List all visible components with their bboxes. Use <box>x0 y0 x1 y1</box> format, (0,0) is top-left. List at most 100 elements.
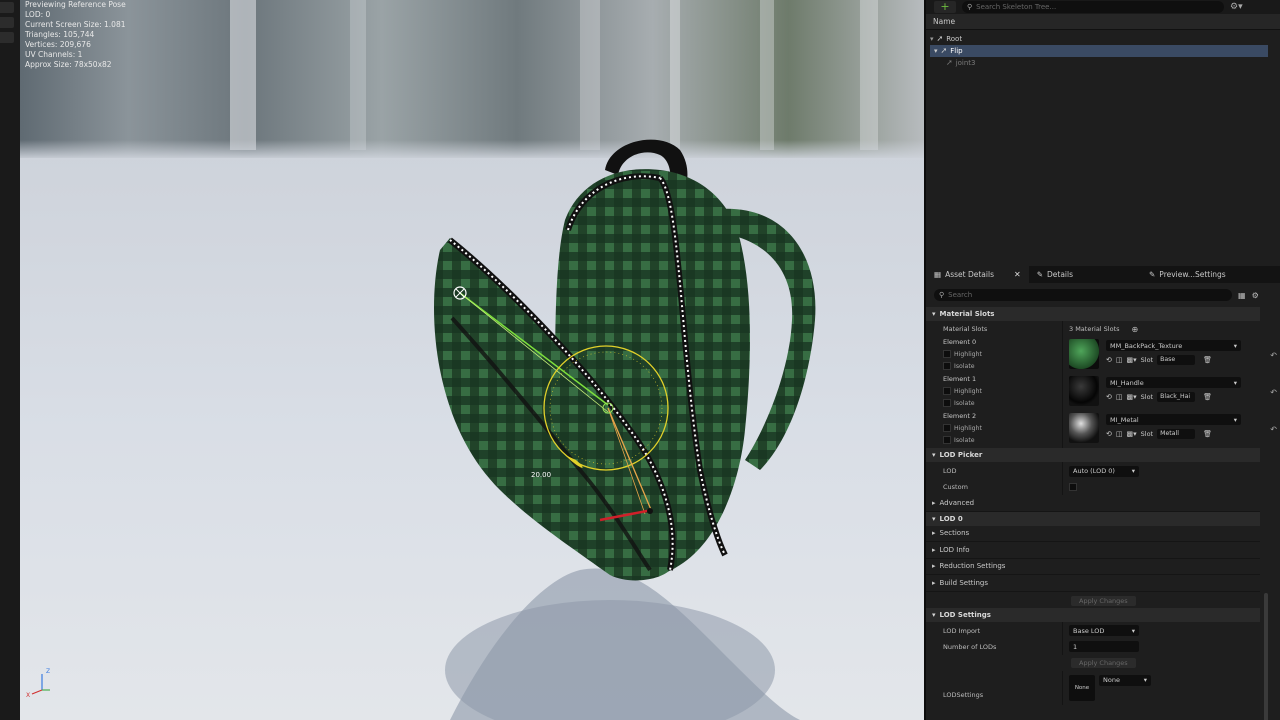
material-element-1: Element 1 Highlight Isolate MI_Handle ▾ ⟲… <box>926 374 1277 411</box>
isolate-checkbox[interactable] <box>943 399 951 407</box>
build-settings-expander[interactable]: ▸ Build Settings <box>926 575 1260 592</box>
reduction-settings-expander[interactable]: ▸ Reduction Settings <box>926 559 1260 575</box>
slot-label: Slot <box>1140 393 1154 401</box>
toolstrip-button[interactable] <box>0 17 14 28</box>
close-icon[interactable]: ✕ <box>1014 270 1021 279</box>
folder-icon[interactable]: ◫ <box>1116 430 1123 438</box>
highlight-checkbox[interactable] <box>943 424 951 432</box>
stats-line: UV Channels: 1 <box>25 50 83 59</box>
reset-icon[interactable]: ↶ <box>1270 425 1277 434</box>
slot-name-field[interactable]: Black_Hai <box>1157 392 1196 402</box>
category-material-slots[interactable]: ▾ Material Slots <box>926 307 1260 321</box>
bone-row-joint3[interactable]: ➚ joint3 <box>930 57 1268 69</box>
folder-icon[interactable]: ◫ <box>1116 356 1123 364</box>
checker-icon[interactable]: ▩▾ <box>1127 356 1137 364</box>
highlight-option[interactable]: Highlight <box>943 424 982 432</box>
option-label: Highlight <box>954 424 982 432</box>
count-label: 3 Material Slots <box>1069 325 1120 333</box>
trash-icon[interactable]: 🗑 <box>1203 430 1212 438</box>
lodsettings-thumbnail[interactable]: None <box>1069 674 1095 701</box>
bone-row-flip[interactable]: ▾ ➚ Flip <box>930 45 1268 57</box>
browse-icon[interactable]: ⟲ <box>1106 430 1112 438</box>
element-name: Element 2 <box>943 412 977 420</box>
isolate-checkbox[interactable] <box>943 436 951 444</box>
chevron-down-icon: ▾ <box>1233 415 1237 424</box>
element-name: Element 1 <box>943 375 977 383</box>
lod-select[interactable]: Auto (LOD 0) ▾ <box>1069 465 1139 477</box>
reset-icon[interactable]: ↶ <box>1270 388 1277 397</box>
material-thumbnail[interactable] <box>1069 339 1099 369</box>
material-select[interactable]: MM_BackPack_Texture ▾ <box>1106 340 1241 351</box>
trash-icon[interactable]: 🗑 <box>1203 356 1212 364</box>
tab-details[interactable]: ✎ Details <box>1029 266 1081 283</box>
category-label: LOD 0 <box>939 514 963 523</box>
property-label: Custom <box>943 483 968 491</box>
asset-details-icon: ▦ <box>934 270 942 279</box>
category-lod-settings[interactable]: ▾ LOD Settings <box>926 607 1260 622</box>
bone-row-root[interactable]: ▾ ➚ Root <box>930 33 1268 45</box>
slot-name-field[interactable]: Base <box>1157 355 1196 365</box>
lod-import-value: Base LOD <box>1073 626 1105 635</box>
gear-icon[interactable]: ⚙▾ <box>1230 2 1243 12</box>
tab-label: Details <box>1046 270 1073 279</box>
axis-z-label: Z <box>46 668 51 675</box>
isolate-option[interactable]: Isolate <box>943 436 975 444</box>
trash-icon[interactable]: 🗑 <box>1203 393 1212 401</box>
isolate-option[interactable]: Isolate <box>943 399 975 407</box>
sections-expander[interactable]: ▸ Sections <box>926 526 1260 542</box>
stats-line: Current Screen Size: 1.081 <box>25 20 126 29</box>
add-button[interactable]: + <box>934 1 956 13</box>
expander-label: Sections <box>939 529 970 538</box>
stats-line: LOD: 0 <box>25 10 51 19</box>
highlight-checkbox[interactable] <box>943 387 951 395</box>
material-thumbnail[interactable] <box>1069 413 1099 443</box>
isolate-checkbox[interactable] <box>943 362 951 370</box>
lod-import-row: LOD Import Base LOD ▾ <box>926 621 1260 639</box>
highlight-checkbox[interactable] <box>943 350 951 358</box>
category-lod-picker[interactable]: ▾ LOD Picker <box>926 448 1260 462</box>
skeleton-toolbar: + ⚲ Search Skeleton Tree... ⚙▾ <box>926 0 1280 14</box>
add-circle-icon[interactable]: ⊕ <box>1132 325 1139 334</box>
material-value: MI_Handle <box>1110 378 1144 387</box>
slot-name-field[interactable]: Metall <box>1157 429 1196 439</box>
apply-changes-button[interactable]: Apply Changes <box>1071 657 1136 668</box>
gear-icon[interactable]: ⚙ <box>1252 291 1259 300</box>
material-value: MM_BackPack_Texture <box>1110 341 1183 350</box>
lodsettings-select[interactable]: None ▾ <box>1099 674 1151 686</box>
browse-icon[interactable]: ⟲ <box>1106 393 1112 401</box>
reset-icon[interactable]: ↶ <box>1270 351 1277 360</box>
tab-asset-details[interactable]: ▦ Asset Details ✕ <box>926 266 1029 283</box>
highlight-option[interactable]: Highlight <box>943 350 982 358</box>
folder-icon[interactable]: ◫ <box>1116 393 1123 401</box>
checker-icon[interactable]: ▩▾ <box>1127 430 1137 438</box>
isolate-option[interactable]: Isolate <box>943 362 975 370</box>
custom-checkbox[interactable] <box>1069 483 1077 491</box>
toolstrip-button[interactable] <box>0 32 14 43</box>
tab-preview-settings[interactable]: ✎ Preview...Settings <box>1141 266 1234 283</box>
highlight-option[interactable]: Highlight <box>943 387 982 395</box>
material-select[interactable]: MI_Handle ▾ <box>1106 377 1241 388</box>
expander-label: Reduction Settings <box>939 562 1006 571</box>
chevron-down-icon: ▾ <box>1131 626 1135 635</box>
expander-label: LOD Info <box>939 545 970 554</box>
lod-import-select[interactable]: Base LOD ▾ <box>1069 625 1139 636</box>
material-select[interactable]: MI_Metal ▾ <box>1106 414 1241 425</box>
num-lods-field[interactable]: 1 <box>1069 641 1139 652</box>
category-lod0[interactable]: ▾ LOD 0 <box>926 511 1260 526</box>
property-label: Material Slots <box>943 325 988 333</box>
details-search-input[interactable]: ⚲ Search <box>934 289 1232 301</box>
lod-info-expander[interactable]: ▸ LOD Info <box>926 542 1260 559</box>
expand-arrow-icon: ▾ <box>930 35 934 43</box>
toolstrip-button[interactable] <box>0 2 14 13</box>
skeleton-search-input[interactable]: ⚲ Search Skeleton Tree... <box>962 1 1224 13</box>
tab-label: Asset Details <box>945 270 994 279</box>
viewport[interactable]: Previewing Reference Pose LOD: 0 Current… <box>20 0 924 720</box>
material-thumbnail[interactable] <box>1069 376 1099 406</box>
expander-label: Advanced <box>939 498 975 507</box>
table-view-icon[interactable]: ▦ <box>1238 291 1246 300</box>
advanced-expander[interactable]: ▸ Advanced <box>926 495 1260 512</box>
details-scrollbar[interactable] <box>1264 593 1268 720</box>
browse-icon[interactable]: ⟲ <box>1106 356 1112 364</box>
checker-icon[interactable]: ▩▾ <box>1127 393 1137 401</box>
apply-changes-button[interactable]: Apply Changes <box>1071 595 1136 606</box>
